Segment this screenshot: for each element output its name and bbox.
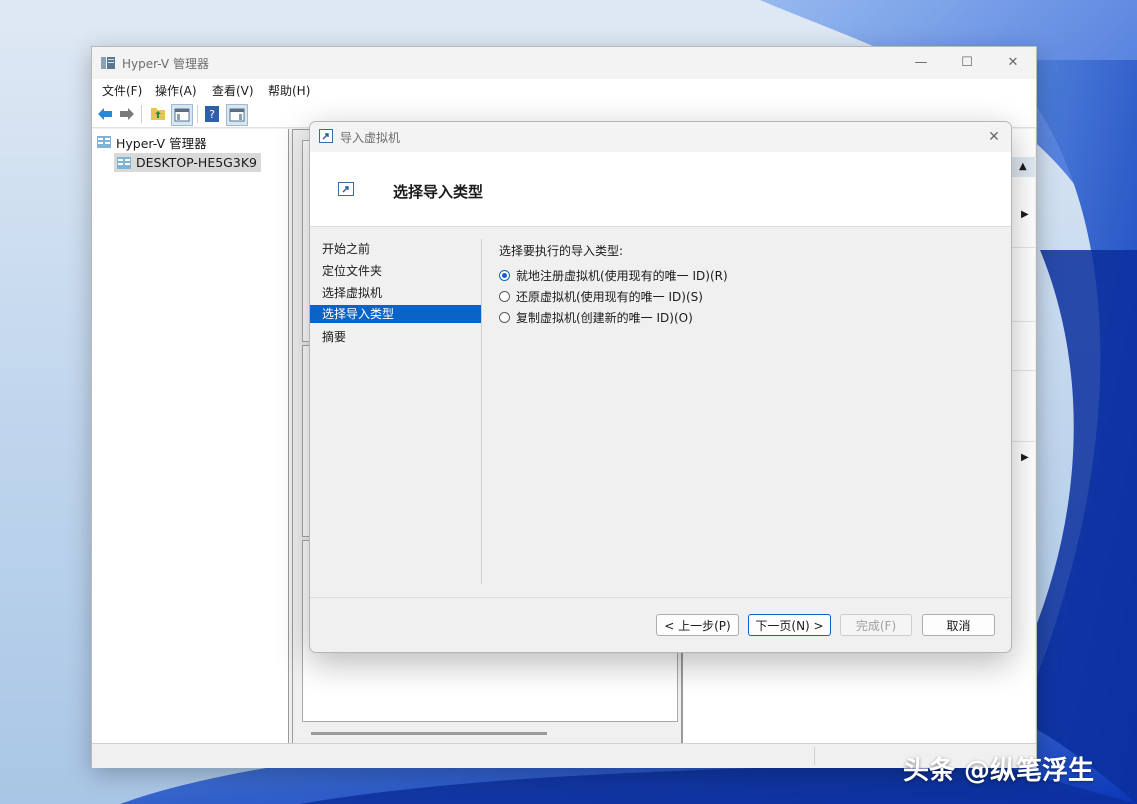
tree-item-server[interactable]: DESKTOP-HE5G3K9 — [114, 153, 261, 172]
page-title: 选择导入类型 — [393, 183, 484, 201]
help-icon[interactable]: ? — [202, 104, 222, 124]
dialog-close-button[interactable]: ✕ — [983, 126, 1005, 148]
tree-server-label: DESKTOP-HE5G3K9 — [136, 155, 257, 170]
collapse-up-icon[interactable]: ▲ — [1019, 161, 1027, 172]
tree-root-hyperv[interactable]: Hyper-V 管理器 — [96, 133, 207, 151]
action-pane-icon[interactable] — [226, 104, 248, 126]
option-label: 复制虚拟机(创建新的唯一 ID)(O) — [516, 311, 693, 325]
menu-file[interactable]: 文件(F) — [102, 82, 142, 99]
window-title: Hyper-V 管理器 — [122, 57, 209, 71]
folder-up-icon[interactable] — [148, 104, 168, 124]
svg-text:?: ? — [209, 108, 215, 121]
dialog-header: 选择导入类型 — [310, 152, 1011, 227]
import-vm-dialog: 导入虚拟机 ✕ 选择导入类型 开始之前 定位文件夹 选择虚拟机 选择导入类型 摘… — [309, 121, 1012, 653]
console-tree-pane: Hyper-V 管理器 DESKTOP-HE5G3K9 — [92, 129, 289, 743]
hyperv-app-icon — [101, 57, 115, 69]
console-tree-icon[interactable] — [171, 104, 193, 126]
import-vm-icon — [319, 129, 333, 143]
tree-root-label: Hyper-V 管理器 — [116, 135, 207, 151]
toolbar-separator — [197, 105, 198, 123]
step-before-you-begin[interactable]: 开始之前 — [310, 239, 481, 259]
hyperv-manager-icon — [97, 136, 111, 148]
status-separator — [814, 747, 815, 765]
dialog-title-bar[interactable]: 导入虚拟机 ✕ — [310, 122, 1011, 152]
step-summary[interactable]: 摘要 — [310, 327, 481, 347]
next-button[interactable]: 下一页(N) > — [748, 614, 831, 636]
import-vm-icon — [338, 182, 354, 196]
menu-view[interactable]: 查看(V) — [212, 82, 254, 99]
forward-arrow-icon[interactable] — [117, 104, 137, 124]
finish-button[interactable]: 完成(F) — [840, 614, 912, 636]
title-bar[interactable]: Hyper-V 管理器 — ☐ ✕ — [92, 47, 1036, 79]
option-restore-vm[interactable]: 还原虚拟机(使用现有的唯一 ID)(S) — [499, 288, 703, 305]
radio-restore-vm[interactable] — [499, 291, 510, 302]
step-select-vm[interactable]: 选择虚拟机 — [310, 283, 481, 303]
toolbar-separator — [141, 105, 142, 123]
import-type-prompt: 选择要执行的导入类型: — [499, 244, 624, 258]
previous-button[interactable]: < 上一步(P) — [656, 614, 739, 636]
option-label: 就地注册虚拟机(使用现有的唯一 ID)(R) — [516, 269, 728, 283]
minimize-button[interactable]: — — [898, 47, 944, 77]
radio-register-in-place[interactable] — [499, 270, 510, 281]
steps-divider — [481, 239, 482, 584]
menu-bar: 文件(F) 操作(A) 查看(V) 帮助(H) — [92, 79, 1036, 101]
dialog-title: 导入虚拟机 — [340, 131, 401, 145]
option-label: 还原虚拟机(使用现有的唯一 ID)(S) — [516, 290, 703, 304]
expand-arrow-icon[interactable]: ▶ — [1021, 452, 1029, 463]
maximize-button[interactable]: ☐ — [944, 47, 990, 77]
status-bar — [92, 743, 1036, 768]
horizontal-scrollbar[interactable] — [311, 732, 547, 735]
menu-help[interactable]: 帮助(H) — [268, 82, 310, 99]
watermark: 头条 @纵笔浮生 — [903, 756, 1095, 786]
server-icon — [117, 156, 131, 169]
option-copy-vm[interactable]: 复制虚拟机(创建新的唯一 ID)(O) — [499, 309, 693, 326]
back-arrow-icon[interactable] — [95, 104, 115, 124]
close-button[interactable]: ✕ — [990, 47, 1036, 77]
option-register-in-place[interactable]: 就地注册虚拟机(使用现有的唯一 ID)(R) — [499, 267, 728, 284]
step-locate-folder[interactable]: 定位文件夹 — [310, 261, 481, 281]
cancel-button[interactable]: 取消 — [922, 614, 995, 636]
footer-divider — [310, 597, 1011, 598]
step-choose-import-type[interactable]: 选择导入类型 — [310, 305, 481, 323]
menu-action[interactable]: 操作(A) — [155, 82, 197, 99]
radio-copy-vm[interactable] — [499, 312, 510, 323]
expand-arrow-icon[interactable]: ▶ — [1021, 209, 1029, 220]
